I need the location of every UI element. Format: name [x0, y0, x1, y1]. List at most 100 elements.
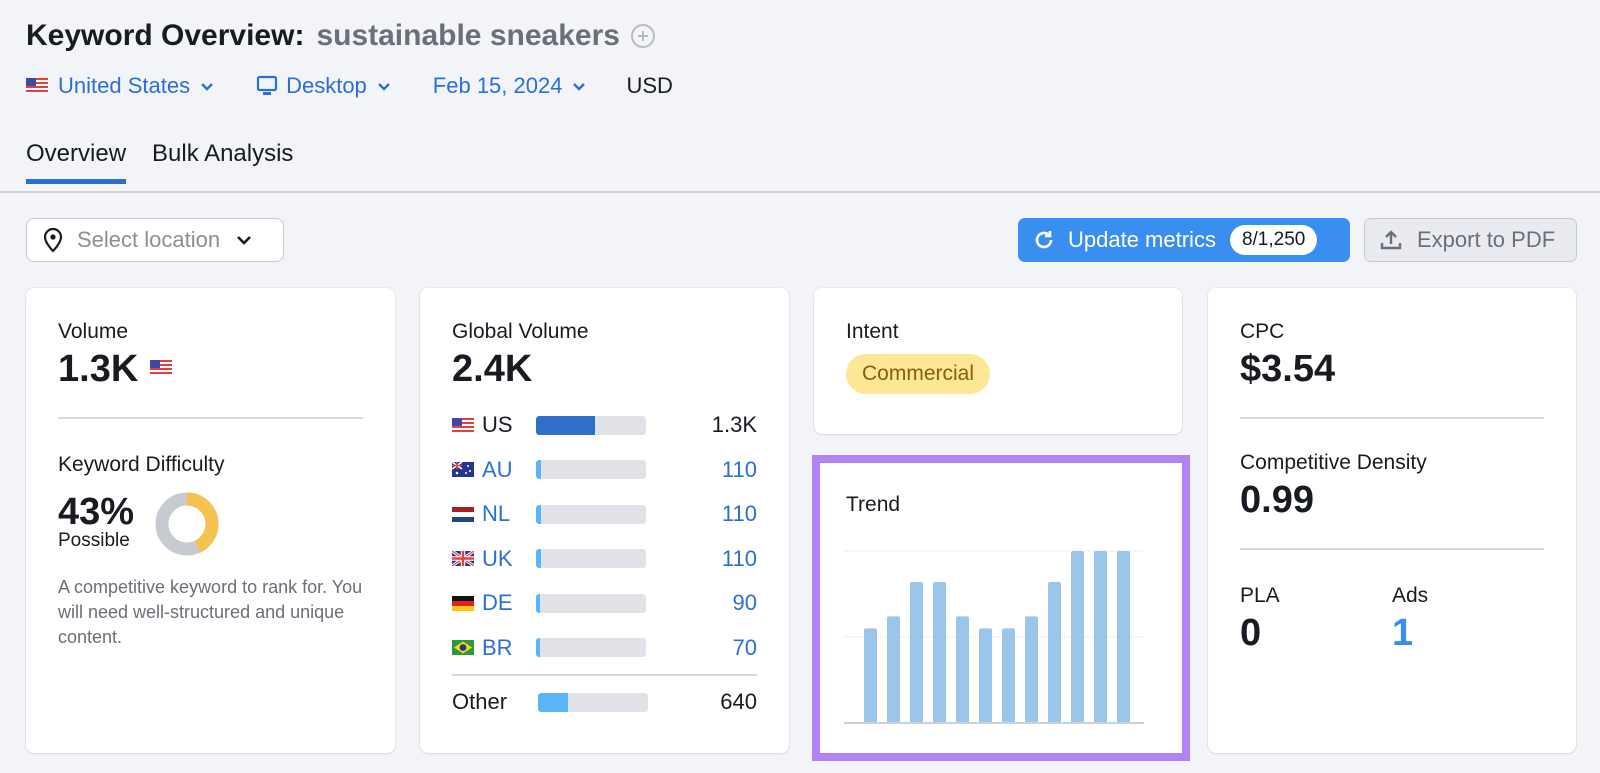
volume-value: 1.3K [58, 348, 139, 390]
country-share-fill [536, 593, 541, 613]
intent-label: Intent [846, 320, 899, 343]
country-code[interactable]: NL [482, 501, 536, 527]
trend-bar[interactable] [956, 616, 969, 723]
other-row: Other 640 [452, 680, 757, 725]
country-share-bar [536, 593, 646, 613]
trend-bar[interactable] [1002, 628, 1015, 723]
update-count-badge: 8/1,250 [1229, 225, 1318, 255]
country-row: BR 70 [452, 626, 757, 671]
refresh-icon [1032, 228, 1056, 252]
country-volume[interactable]: 110 [646, 457, 757, 483]
cpc-label: CPC [1240, 320, 1285, 343]
chevron-down-icon [572, 82, 586, 91]
trend-bar[interactable] [1025, 616, 1038, 723]
country-code[interactable]: AU [482, 457, 536, 483]
pla-label: PLA [1240, 584, 1280, 607]
kd-value: 43% [58, 491, 135, 533]
country-code[interactable]: DE [482, 590, 536, 616]
trend-label: Trend [846, 493, 901, 516]
kd-donut-chart [155, 492, 219, 556]
trend-bar[interactable] [910, 581, 923, 723]
country-row: AU 110 [452, 448, 757, 493]
country-share-bar [536, 638, 646, 658]
export-pdf-button[interactable]: Export to PDF [1364, 218, 1577, 262]
tab-overview[interactable]: Overview [26, 140, 127, 184]
country-volume[interactable]: 70 [646, 635, 757, 661]
upload-icon [1379, 228, 1403, 252]
ads-value[interactable]: 1 [1392, 612, 1544, 655]
country-share-fill [536, 504, 541, 524]
country-volume[interactable]: 110 [646, 501, 757, 527]
pla-value: 0 [1240, 612, 1262, 654]
trend-bar[interactable] [1071, 551, 1084, 723]
chevron-down-icon [236, 235, 252, 245]
trend-bar[interactable] [1094, 551, 1107, 723]
country-volume[interactable]: 110 [646, 546, 757, 572]
trend-bar[interactable] [1117, 551, 1130, 723]
competitive-density-label: Competitive Density [1240, 451, 1427, 474]
chevron-down-icon [200, 82, 214, 91]
country-share-fill [536, 549, 541, 569]
location-select[interactable]: Select location [26, 218, 284, 262]
tab-bulk-analysis[interactable]: Bulk Analysis [152, 140, 293, 180]
us-flag-icon [452, 417, 474, 433]
device-dropdown[interactable]: Desktop [256, 73, 391, 99]
device-label: Desktop [286, 73, 367, 98]
other-label: Other [452, 689, 508, 715]
ads-label: Ads [1392, 584, 1429, 607]
divider [1240, 417, 1544, 419]
global-volume-label: Global Volume [452, 320, 589, 343]
date-dropdown[interactable]: Feb 15, 2024 [433, 73, 587, 99]
trend-chart [844, 550, 1144, 724]
page-title: Keyword Overview: [26, 19, 305, 52]
filters-bar: United States Desktop Feb 15, 2024 USD [26, 70, 673, 102]
volume-label: Volume [58, 320, 129, 343]
country-list: US 1.3K AU 110 NL 110 UK 110 DE 90 BR 70 Other 640 [452, 403, 757, 725]
country-code[interactable]: BR [482, 635, 536, 661]
kd-label: Keyword Difficulty [58, 453, 225, 476]
country-row: UK 110 [452, 537, 757, 582]
trend-bar[interactable] [933, 581, 946, 723]
currency-label: USD [626, 73, 673, 98]
country-share-bar [536, 549, 646, 569]
competitive-density-value: 0.99 [1240, 479, 1314, 521]
update-metrics-button[interactable]: Update metrics 8/1,250 [1018, 218, 1350, 262]
trend-bar[interactable] [887, 616, 900, 723]
intent-card: Intent Commercial [814, 288, 1182, 434]
country-row: NL 110 [452, 492, 757, 537]
date-label: Feb 15, 2024 [432, 73, 563, 98]
country-row: DE 90 [452, 581, 757, 626]
country-dropdown[interactable]: United States [26, 73, 214, 99]
country-code[interactable]: UK [482, 546, 536, 572]
country-share-fill [536, 415, 596, 435]
intent-badge: Commercial [846, 354, 991, 394]
country-share-fill [536, 638, 541, 658]
kd-status: Possible [58, 530, 130, 551]
trend-bar[interactable] [864, 628, 877, 723]
tabs: Overview Bulk Analysis [26, 140, 319, 184]
trend-bar[interactable] [1048, 581, 1061, 723]
add-keyword-icon[interactable] [630, 23, 656, 49]
other-volume: 640 [720, 689, 757, 715]
kd-description: A competitive keyword to rank for. You w… [58, 577, 363, 647]
country-share-bar [536, 504, 646, 524]
other-share-bar [538, 692, 648, 712]
cpc-card: CPC $3.54 Competitive Density 0.99 PLA 0… [1208, 288, 1576, 753]
volume-card: Volume 1.3K Keyword Difficulty 43% Possi… [26, 288, 395, 753]
desktop-icon [256, 75, 278, 97]
update-metrics-label: Update metrics [1068, 227, 1216, 252]
country-volume[interactable]: 90 [646, 590, 757, 616]
trend-bar[interactable] [979, 628, 992, 723]
divider [58, 417, 363, 419]
country-row: US 1.3K [452, 403, 757, 448]
country-code: US [482, 412, 513, 438]
au-flag-icon [452, 462, 474, 478]
global-volume-card: Global Volume 2.4K US 1.3K AU 110 NL 110 UK 110… [420, 288, 789, 753]
country-share-bar [536, 415, 646, 435]
chevron-down-icon [377, 82, 391, 91]
de-flag-icon [452, 595, 474, 611]
br-flag-icon [452, 640, 474, 656]
keyword-text: sustainable sneakers [316, 19, 620, 52]
global-volume-value: 2.4K [452, 348, 533, 390]
us-flag-icon [150, 359, 173, 380]
